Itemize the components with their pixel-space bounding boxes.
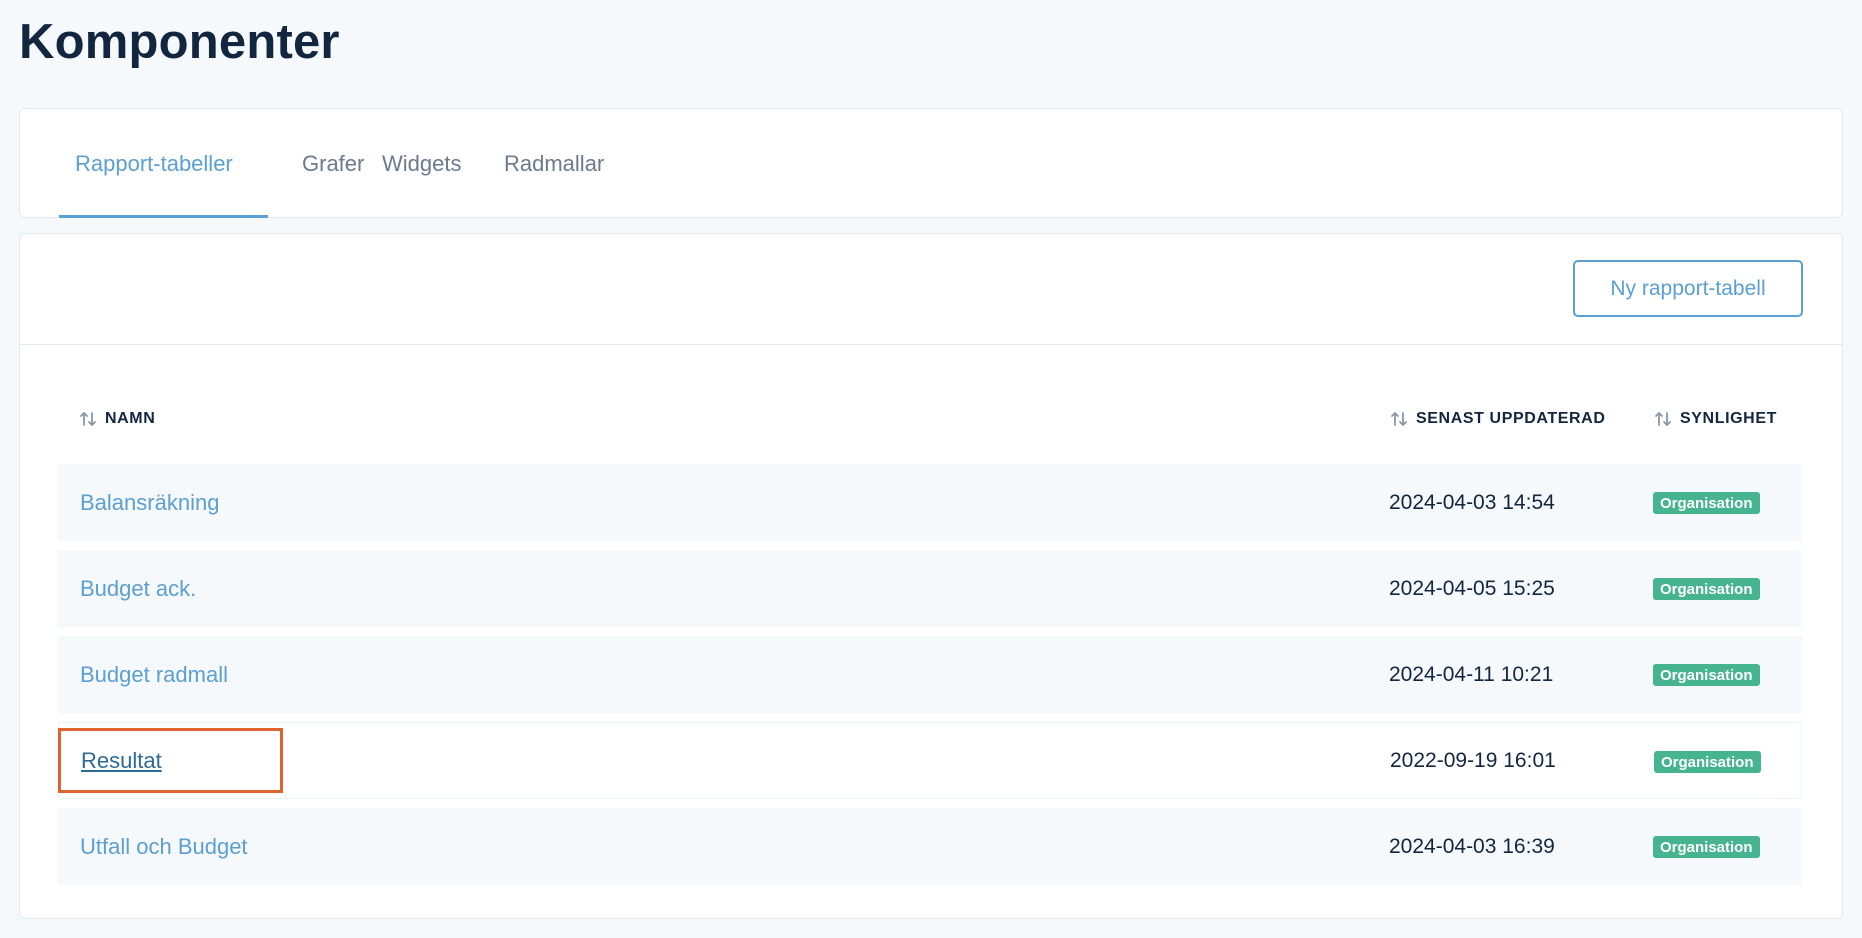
sort-up-down-icon [80, 412, 96, 426]
tab-rapport-tabeller[interactable]: Rapport-tabeller [75, 109, 233, 218]
report-table-link[interactable]: Resultat [81, 723, 162, 798]
tab-radmallar[interactable]: Radmallar [504, 109, 604, 218]
table-row: Budget radmall 2024-04-11 10:21 Organisa… [58, 636, 1802, 713]
tab-widgets[interactable]: Widgets [382, 109, 461, 218]
column-header-visibility[interactable]: SYNLIGHET [1654, 410, 1777, 428]
updated-date: 2024-04-03 16:39 [1389, 834, 1555, 858]
report-table-link[interactable]: Budget ack. [80, 550, 196, 627]
table-row: Budget ack. 2024-04-05 15:25 Organisatio… [58, 550, 1802, 627]
updated-date: 2024-04-11 10:21 [1389, 662, 1554, 686]
page-title: Komponenter [19, 15, 340, 69]
table-row: Resultat 2022-09-19 16:01 Organisation [58, 722, 1802, 799]
visibility-badge: Organisation [1653, 664, 1760, 686]
tabs-card: Rapport-tabeller Grafer Widgets Radmalla… [19, 108, 1843, 218]
tab-grafer[interactable]: Grafer [302, 109, 364, 218]
visibility-badge: Organisation [1653, 492, 1760, 514]
new-report-table-button[interactable]: Ny rapport-tabell [1573, 260, 1803, 317]
column-header-name-label: NAMN [105, 410, 156, 427]
card-header: Ny rapport-tabell [20, 234, 1842, 345]
visibility-badge: Organisation [1653, 836, 1760, 858]
sort-up-down-icon [1391, 412, 1407, 426]
column-header-visibility-label: SYNLIGHET [1680, 410, 1777, 427]
report-table-link[interactable]: Budget radmall [80, 636, 228, 713]
active-tab-indicator [59, 215, 268, 218]
updated-date: 2022-09-19 16:01 [1390, 748, 1556, 772]
updated-date: 2024-04-05 15:25 [1389, 576, 1555, 600]
visibility-badge: Organisation [1654, 751, 1761, 773]
column-header-updated-label: SENAST UPPDATERAD [1416, 410, 1606, 427]
column-header-name[interactable]: NAMN [79, 410, 155, 428]
report-table-link[interactable]: Utfall och Budget [80, 808, 248, 885]
report-table-link[interactable]: Balansräkning [80, 464, 219, 541]
updated-date: 2024-04-03 14:54 [1389, 490, 1555, 514]
visibility-badge: Organisation [1653, 578, 1760, 600]
column-header-updated[interactable]: SENAST UPPDATERAD [1390, 410, 1605, 428]
table-row: Balansräkning 2024-04-03 14:54 Organisat… [58, 464, 1802, 541]
sort-up-down-icon [1655, 412, 1671, 426]
table-row: Utfall och Budget 2024-04-03 16:39 Organ… [58, 808, 1802, 885]
